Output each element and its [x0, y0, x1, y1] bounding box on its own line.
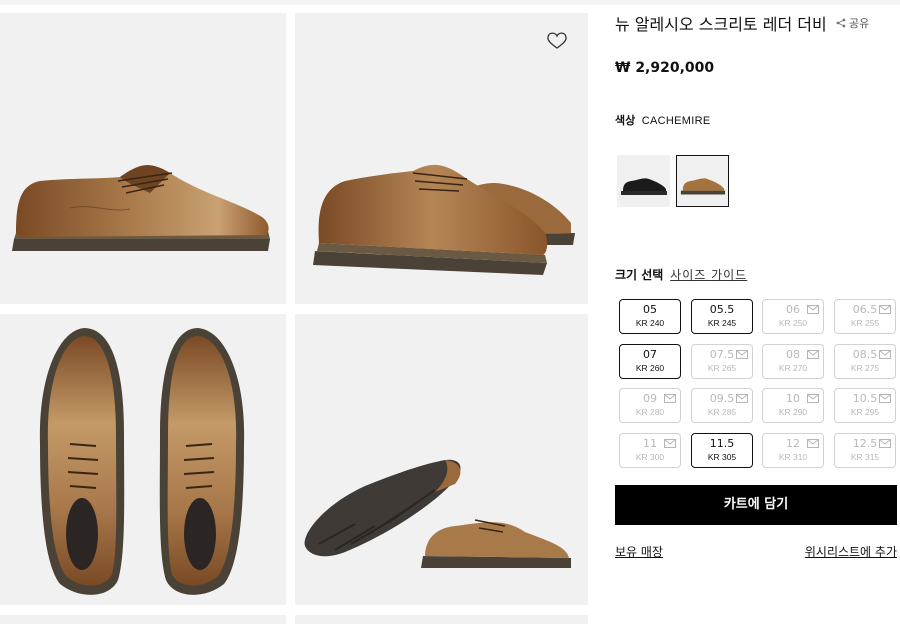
shoe-sole-illustration — [304, 459, 571, 568]
share-label: 공유 — [849, 17, 870, 30]
color-value: CACHEMIRE — [641, 115, 711, 127]
size-option[interactable]: 06 KR 250 — [762, 299, 824, 334]
shoe-top-view-illustration — [39, 328, 245, 595]
add-wishlist-link[interactable]: 위시리스트에 추가 — [805, 543, 897, 560]
color-swatch-black[interactable] — [617, 155, 670, 207]
color-label: 색상 — [615, 114, 636, 127]
size-option[interactable]: 05.5 KR 245 — [691, 299, 753, 334]
color-swatch-cachemire[interactable] — [676, 155, 729, 207]
black-shoe-thumbnail — [621, 178, 667, 195]
add-to-cart-button[interactable]: 카트에 담기 — [615, 485, 897, 525]
size-eu-label: 05 — [643, 303, 657, 316]
product-image-more-1[interactable] — [0, 615, 286, 624]
size-option[interactable]: 11 KR 300 — [619, 433, 681, 468]
size-option[interactable]: 12 KR 310 — [762, 433, 824, 468]
size-option[interactable]: 11.5 KR 305 — [691, 433, 753, 468]
size-kr-label: KR 310 — [778, 452, 808, 462]
product-info-panel: 뉴 알레시오 스크리토 레더 더비 공유 ₩ 2,920,000 색상 CACH… — [615, 0, 900, 624]
color-selector-label: 색상 CACHEMIRE — [615, 112, 710, 128]
size-option[interactable]: 10.5 KR 295 — [834, 388, 896, 423]
product-image-more-2[interactable] — [295, 615, 588, 624]
size-kr-label: KR 240 — [635, 318, 665, 328]
mail-icon — [736, 394, 748, 403]
product-image-angle[interactable] — [295, 13, 588, 304]
size-kr-label: KR 250 — [778, 318, 808, 328]
size-kr-label: KR 290 — [778, 407, 808, 417]
size-eu-label: 11.5 — [709, 437, 735, 450]
product-image-side[interactable] — [0, 13, 286, 304]
size-eu-label: 07 — [643, 348, 657, 361]
product-image-sole[interactable] — [295, 314, 588, 605]
size-option[interactable]: 09.5 KR 285 — [691, 388, 753, 423]
size-kr-label: KR 245 — [707, 318, 737, 328]
size-kr-label: KR 315 — [850, 452, 880, 462]
mail-icon — [879, 394, 891, 403]
size-kr-label: KR 280 — [635, 407, 665, 417]
mail-icon — [664, 394, 676, 403]
product-title: 뉴 알레시오 스크리토 레더 더비 — [615, 15, 827, 34]
size-kr-label: KR 300 — [635, 452, 665, 462]
size-kr-label: KR 295 — [850, 407, 880, 417]
size-option[interactable]: 12.5 KR 315 — [834, 433, 896, 468]
size-option[interactable]: 09 KR 280 — [619, 388, 681, 423]
size-option[interactable]: 08 KR 270 — [762, 344, 824, 379]
size-label: 크기 선택 — [615, 268, 664, 282]
heart-icon[interactable] — [555, 23, 577, 43]
size-option[interactable]: 07.5 KR 265 — [691, 344, 753, 379]
size-option[interactable]: 10 KR 290 — [762, 388, 824, 423]
size-kr-label: KR 285 — [707, 407, 737, 417]
mail-icon — [879, 305, 891, 314]
mail-icon — [807, 394, 819, 403]
mail-icon — [879, 350, 891, 359]
size-kr-label: KR 270 — [778, 363, 808, 373]
size-option[interactable]: 06.5 KR 255 — [834, 299, 896, 334]
mail-icon — [664, 439, 676, 448]
mail-icon — [807, 439, 819, 448]
size-option[interactable]: 07 KR 260 — [619, 344, 681, 379]
product-image-top[interactable] — [0, 314, 286, 605]
size-selector-header: 크기 선택 사이즈 가이드 — [615, 266, 747, 283]
share-icon — [836, 18, 846, 28]
size-guide-link[interactable]: 사이즈 가이드 — [670, 268, 747, 282]
size-kr-label: KR 260 — [635, 363, 665, 373]
mail-icon — [807, 350, 819, 359]
size-kr-label: KR 275 — [850, 363, 880, 373]
store-stock-link[interactable]: 보유 매장 — [615, 543, 663, 560]
share-button[interactable]: 공유 — [836, 15, 869, 31]
mail-icon — [879, 439, 891, 448]
shoe-pair-angle-illustration — [313, 32, 575, 275]
size-option[interactable]: 08.5 KR 275 — [834, 344, 896, 379]
size-eu-label: 05.5 — [709, 303, 735, 316]
size-kr-label: KR 255 — [850, 318, 880, 328]
product-price: ₩ 2,920,000 — [615, 60, 715, 76]
brown-shoe-thumbnail — [680, 178, 726, 195]
shoe-side-illustration — [12, 165, 270, 251]
size-option[interactable]: 05 KR 240 — [619, 299, 681, 334]
mail-icon — [736, 350, 748, 359]
size-kr-label: KR 305 — [707, 452, 737, 462]
size-kr-label: KR 265 — [707, 363, 737, 373]
mail-icon — [807, 305, 819, 314]
